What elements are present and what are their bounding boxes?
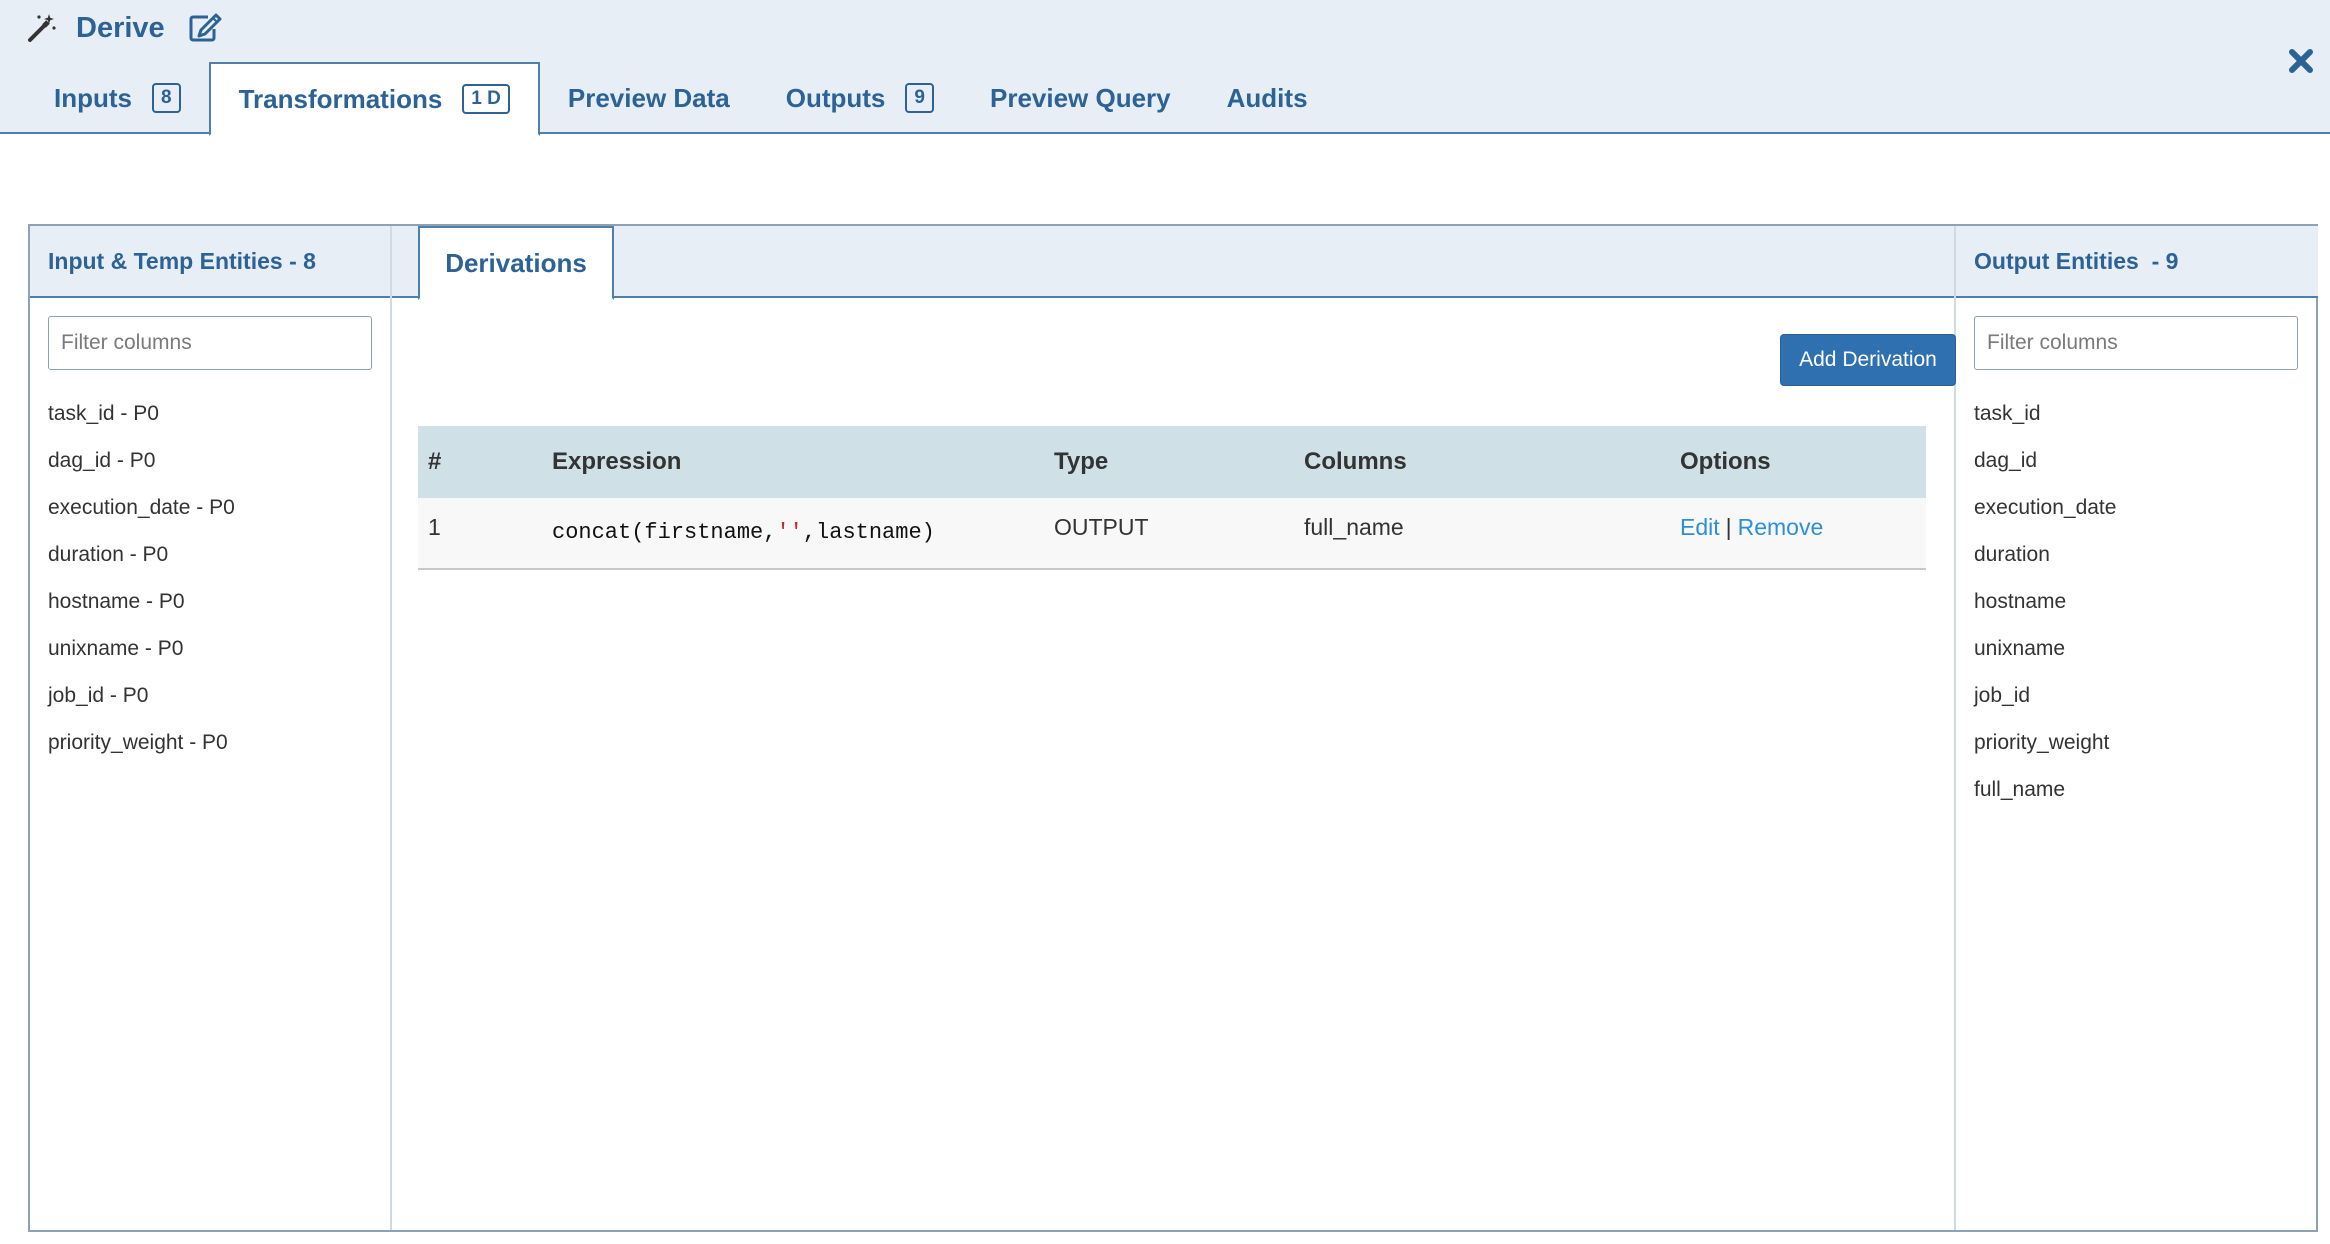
columns-cell: full_name [1304,514,1404,540]
derivations-panel: Derivations Add Derivation # Expression … [392,226,1956,1230]
output-entities-title: Output Entities - 9 [1956,226,2318,298]
expression-cell: concat(firstname,'',lastname) [552,514,1054,568]
type-cell: OUTPUT [1054,514,1149,540]
tab-label: Preview Data [567,82,730,113]
tab-preview-query[interactable]: Preview Query [962,62,1199,134]
options-separator: | [1725,514,1732,540]
input-filter-input[interactable] [48,316,372,370]
tab-derivations[interactable]: Derivations [418,226,614,300]
expression-part: ,lastname) [802,520,935,545]
input-entity-list: task_id - P0 dag_id - P0 execution_date … [30,390,390,766]
title-row: Derive [26,8,223,48]
column-header: # [428,448,442,475]
list-item[interactable]: unixname [1974,625,2318,672]
list-item[interactable]: duration [1974,531,2318,578]
output-filter-input[interactable] [1974,316,2298,370]
row-number: 1 [428,514,441,540]
list-item[interactable]: full_name [1974,766,2318,813]
remove-link[interactable]: Remove [1738,514,1824,540]
column-header: Expression [552,448,682,475]
main-tabs: Inputs 8 Transformations 1 D Preview Dat… [26,62,1336,136]
page-title: Derive [76,11,165,44]
tab-label: Inputs [54,82,132,113]
list-item[interactable]: execution_date [1974,484,2318,531]
tab-label: Audits [1226,82,1308,113]
add-derivation-button[interactable]: Add Derivation [1780,334,1956,386]
count-badge: 8 [152,83,181,113]
list-item[interactable]: job_id [1974,672,2318,719]
tab-label: Transformations [238,83,443,114]
list-item[interactable]: priority_weight [1974,719,2318,766]
edit-link[interactable]: Edit [1680,514,1720,540]
input-entities-title: Input & Temp Entities - 8 [30,226,390,298]
table-header-row: # Expression Type Columns Options [418,426,1926,498]
output-entities-panel: Output Entities - 9 task_id dag_id execu… [1956,226,2318,1230]
list-item[interactable]: priority_weight - P0 [48,719,390,766]
list-item[interactable]: hostname - P0 [48,578,390,625]
list-item[interactable]: hostname [1974,578,2318,625]
count-badge: 1 D [462,84,510,114]
transformations-panel: Input & Temp Entities - 8 task_id - P0 d… [28,224,2318,1232]
list-item[interactable]: duration - P0 [48,531,390,578]
options-cell: Edit | Remove [1680,514,1926,568]
table-row: 1 concat(firstname,'',lastname) OUTPUT f… [418,498,1926,570]
tab-inputs[interactable]: Inputs 8 [26,62,209,134]
output-entity-list: task_id dag_id execution_date duration h… [1956,390,2318,813]
count-badge: 9 [905,83,934,113]
tab-audits[interactable]: Audits [1199,62,1336,134]
derivations-tab-bar: Derivations [392,226,1954,300]
expression-string-literal: '' [776,520,803,545]
expression-part: concat(firstname, [552,520,777,545]
tab-preview-data[interactable]: Preview Data [540,62,758,134]
column-header: Type [1054,448,1109,475]
list-item[interactable]: task_id [1974,390,2318,437]
column-header: Options [1680,448,1771,475]
list-item[interactable]: dag_id - P0 [48,437,390,484]
tab-outputs[interactable]: Outputs 9 [758,62,962,134]
column-header: Columns [1304,448,1407,475]
magic-wand-icon [26,12,58,44]
expression-code: concat(firstname,'',lastname) [552,520,935,545]
close-icon[interactable] [2284,44,2318,78]
list-item[interactable]: dag_id [1974,437,2318,484]
list-item[interactable]: execution_date - P0 [48,484,390,531]
list-item[interactable]: task_id - P0 [48,390,390,437]
list-item[interactable]: unixname - P0 [48,625,390,672]
header-bar: Derive Inputs 8 Transformations 1 D Prev… [0,0,2330,136]
list-item[interactable]: job_id - P0 [48,672,390,719]
tab-label: Outputs [785,82,886,113]
edit-icon[interactable] [187,10,223,46]
tab-transformations[interactable]: Transformations 1 D [208,62,540,136]
derivations-table: # Expression Type Columns Options 1 conc… [418,426,1926,570]
input-entities-panel: Input & Temp Entities - 8 task_id - P0 d… [30,226,392,1230]
tab-label: Preview Query [989,82,1171,113]
